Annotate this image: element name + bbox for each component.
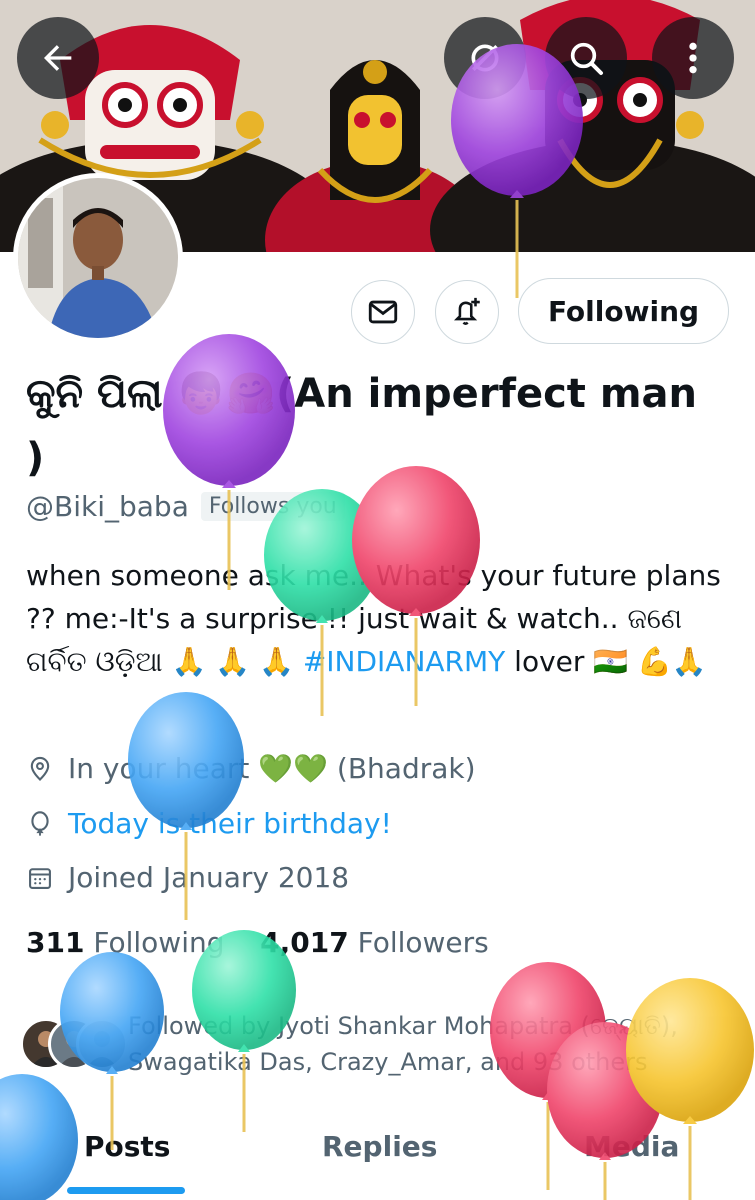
grok-button[interactable]	[444, 17, 526, 99]
balloon-icon	[31, 810, 49, 836]
search-button[interactable]	[545, 17, 627, 99]
followed-by-text[interactable]: Followed by Jyoti Shankar Mohapatra (ଜ୍ୟ…	[128, 1008, 728, 1080]
search-icon	[570, 42, 603, 75]
calendar-icon	[29, 867, 51, 889]
more-vertical-icon	[689, 42, 697, 74]
avatar-photo	[18, 178, 178, 338]
location-pin-icon	[30, 756, 50, 781]
followers-stat[interactable]: 4,017 Followers	[260, 926, 489, 959]
birthday-row: Today is their birthday!	[26, 807, 392, 840]
bio-tail: lover 🇮🇳 💪🙏	[505, 645, 707, 678]
following-stat[interactable]: 311 Following	[26, 926, 225, 959]
followers-count: 4,017	[260, 926, 349, 959]
following-label: Following	[93, 926, 225, 959]
tab-replies[interactable]: Replies	[322, 1130, 437, 1163]
grok-icon	[471, 44, 499, 72]
birthday-text[interactable]: Today is their birthday!	[68, 807, 392, 840]
handle: @Biki_baba	[26, 490, 189, 523]
following-button[interactable]: Following	[518, 278, 729, 344]
follow-stats: 311 Following 4,017 Followers	[26, 926, 489, 959]
followers-label: Followers	[357, 926, 489, 959]
location-text: In your heart 💚💚 (Bhadrak)	[68, 752, 476, 785]
profile-avatar[interactable]	[18, 178, 178, 338]
back-button[interactable]	[17, 17, 99, 99]
tab-posts[interactable]: Posts	[84, 1130, 170, 1163]
tab-media[interactable]: Media	[584, 1130, 679, 1163]
handle-row: @Biki_baba Follows you	[26, 490, 345, 523]
location-row: In your heart 💚💚 (Bhadrak)	[26, 752, 476, 785]
arrow-left-icon	[44, 45, 72, 71]
joined-text: Joined January 2018	[68, 861, 350, 894]
more-button[interactable]	[652, 17, 734, 99]
notifications-button[interactable]	[435, 280, 499, 344]
bell-plus-icon	[454, 297, 480, 325]
bio: when someone ask me.. What's your future…	[26, 554, 726, 683]
joined-row: Joined January 2018	[26, 861, 349, 894]
bio-hashtag-link[interactable]: #INDIANARMY	[303, 645, 505, 678]
active-tab-indicator	[67, 1187, 185, 1194]
following-count: 311	[26, 926, 85, 959]
display-name: କୁନି ପିଲା 👦🤗(An imperfect man )	[26, 371, 697, 481]
follows-you-badge: Follows you	[200, 492, 345, 521]
follower-avatar-3	[76, 1018, 128, 1070]
message-button[interactable]	[351, 280, 415, 344]
envelope-icon	[368, 300, 398, 324]
